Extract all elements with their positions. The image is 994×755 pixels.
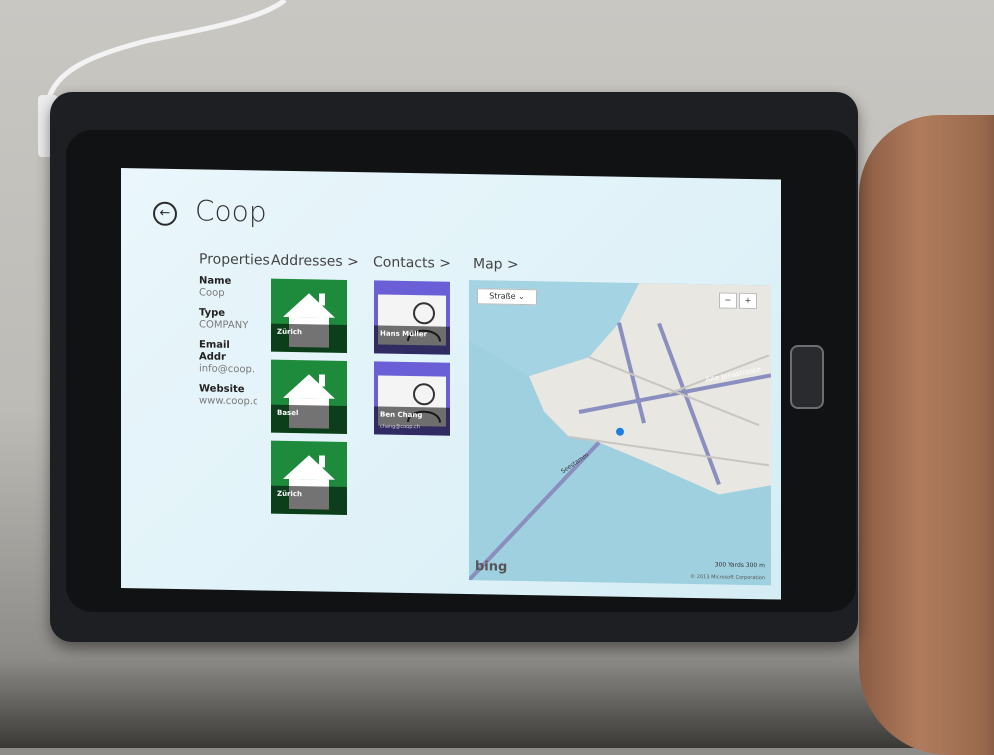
arrow-left-icon: ← bbox=[159, 205, 171, 221]
address-label: Zürich bbox=[277, 489, 303, 499]
addresses-header[interactable]: Addresses > bbox=[271, 253, 359, 271]
contact-tile[interactable]: Hans Müller bbox=[374, 280, 450, 355]
address-tile[interactable]: Zürich bbox=[271, 440, 347, 515]
address-tile[interactable]: Zürich bbox=[271, 278, 347, 353]
property-label: Email Addr bbox=[199, 339, 230, 363]
contact-name: Hans Müller bbox=[380, 329, 428, 339]
bing-logo: bing bbox=[475, 559, 508, 575]
address-label: Basel bbox=[277, 408, 299, 418]
property-label: Type bbox=[199, 307, 226, 319]
contact-name: Ben Chang bbox=[380, 410, 423, 420]
zoom-out-button[interactable]: − bbox=[719, 292, 737, 309]
map-style-dropdown[interactable]: Straße ⌄ bbox=[477, 288, 537, 306]
contact-tile[interactable]: Ben Chang chang@coop.ch bbox=[374, 361, 450, 436]
properties-header: Properties bbox=[199, 251, 270, 269]
properties-list: Name Coop Type COMPANY Email Addr info@c… bbox=[199, 275, 257, 416]
map-view[interactable]: Straße ⌄ − + Seestamm Alte Jonastrasse b… bbox=[469, 280, 771, 586]
property-value: COMPANY bbox=[199, 319, 249, 332]
tablet-screen: ← Coop Properties Addresses > Contacts >… bbox=[121, 168, 781, 600]
chevron-down-icon: ⌄ bbox=[518, 291, 525, 302]
property-label: Name bbox=[199, 275, 232, 287]
property-label: Website bbox=[199, 383, 245, 396]
page-title: Coop bbox=[195, 194, 267, 229]
tablet-home-button[interactable] bbox=[790, 345, 824, 409]
map-scale: 300 Yards 300 m bbox=[714, 561, 765, 570]
address-tile[interactable]: Basel bbox=[271, 359, 347, 434]
map-copyright: © 2013 Microsoft Corporation bbox=[690, 573, 765, 582]
property-value: Coop bbox=[199, 287, 225, 299]
back-button[interactable]: ← bbox=[153, 201, 177, 226]
address-label: Zürich bbox=[277, 327, 303, 337]
contacts-header[interactable]: Contacts > bbox=[373, 254, 451, 271]
hand bbox=[859, 115, 994, 755]
map-graphic bbox=[469, 280, 771, 582]
map-style-label: Straße bbox=[489, 291, 516, 301]
property-value[interactable]: www.coop.c bbox=[199, 395, 257, 408]
zoom-in-button[interactable]: + bbox=[739, 292, 757, 310]
contact-email: chang@coop.ch bbox=[380, 423, 420, 431]
property-value[interactable]: info@coop. bbox=[199, 363, 257, 376]
map-header[interactable]: Map > bbox=[473, 256, 519, 273]
